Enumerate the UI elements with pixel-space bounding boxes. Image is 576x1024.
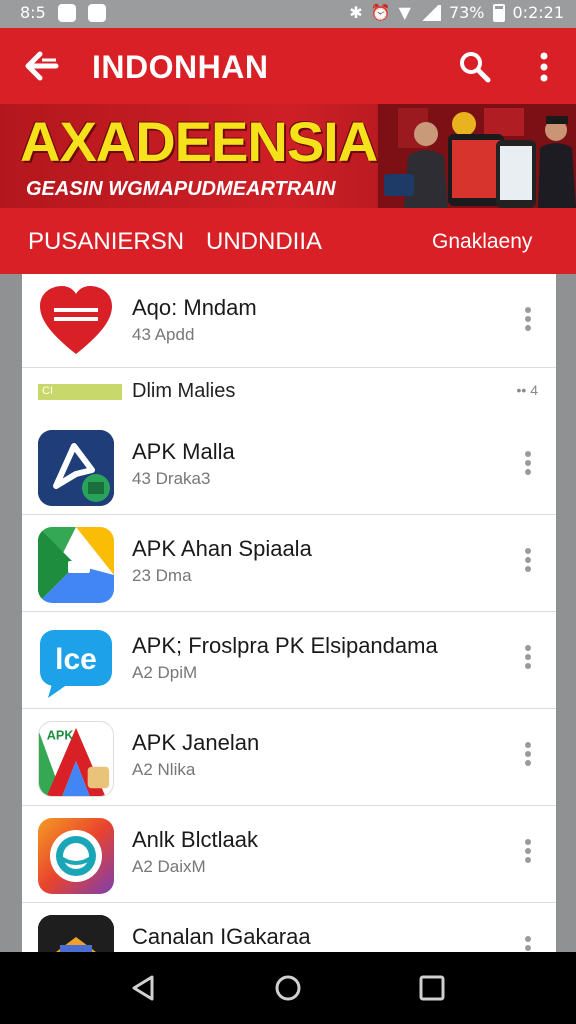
battery-icon <box>492 4 505 22</box>
nav-home-icon[interactable] <box>274 974 302 1002</box>
section-title: Dlim Malies <box>132 380 236 402</box>
page-title: INDONHAN <box>92 49 269 85</box>
svg-text:lce: lce <box>55 643 97 676</box>
back-arrow-icon[interactable] <box>22 46 60 95</box>
section-count: •• 4 <box>516 382 539 398</box>
svg-text:APK: APK <box>47 729 75 743</box>
app-meta: 43 Apdd <box>132 325 195 344</box>
more-vert-icon[interactable] <box>532 50 556 84</box>
list-item[interactable]: Anlk Blctlaak A2 DaixM <box>22 806 556 903</box>
banner-headline: AXADEENSIA <box>20 110 378 173</box>
status-time-left: 8:5 <box>20 3 46 22</box>
battery-percent: 73% <box>448 3 485 22</box>
alarm-icon: ⏰ <box>370 3 391 22</box>
app-name: APK Ahan Spiaala <box>132 536 312 561</box>
list-item[interactable]: Aqo: Mndam 43 Apdd <box>22 274 556 368</box>
signal-icon <box>418 5 441 21</box>
app-meta: A2 Nlika <box>132 760 196 779</box>
apk-ahan-icon <box>38 527 114 603</box>
item-menu-icon[interactable] <box>520 304 536 338</box>
tab-pusaniersn[interactable]: PUSANIERSN <box>28 228 184 256</box>
wifi-icon: ▼ <box>398 3 411 22</box>
list-item[interactable]: lce APK; Froslpra PK Elsipandama A2 DpiM <box>22 612 556 709</box>
section-chip: CI <box>38 384 122 400</box>
list-item[interactable]: APK Ahan Spiaala 23 Dma <box>22 515 556 612</box>
section-header: CI Dlim Malies •• 4 <box>22 368 556 418</box>
bluetooth-icon: ✱ <box>349 3 363 22</box>
nav-recents-icon[interactable] <box>418 974 446 1002</box>
app-meta: A2 DaixM <box>132 857 206 876</box>
app-meta: 43 Draka3 <box>132 469 211 488</box>
apk-janelan-icon: APK <box>38 721 114 797</box>
banner-illustration <box>378 104 576 208</box>
tab-gnaklaeny[interactable]: Gnaklaeny <box>432 228 532 256</box>
item-menu-icon[interactable] <box>520 545 536 579</box>
list-item[interactable]: APK APK Janelan A2 Nlika <box>22 709 556 806</box>
item-menu-icon[interactable] <box>520 642 536 676</box>
item-menu-icon[interactable] <box>520 448 536 482</box>
system-nav-bar <box>0 952 576 1024</box>
app-bar: INDONHAN <box>0 28 576 106</box>
list-item[interactable]: Canalan IGakaraa <box>22 903 556 952</box>
app-name: APK Janelan <box>132 730 260 755</box>
status-bar: 8:5 ✱ ⏰ ▼ 73% 0:2:21 <box>0 0 576 28</box>
banner-subline: GEASIN WGMAPUDMEARTRAIN <box>26 178 336 200</box>
app-meta: 23 Dma <box>132 566 192 585</box>
item-menu-icon[interactable] <box>520 739 536 773</box>
lce-chat-icon: lce <box>38 624 114 700</box>
tab-undndiia[interactable]: UNDNDIIA <box>206 228 322 256</box>
notification-icon <box>57 4 76 22</box>
app-name: Canalan IGakaraa <box>132 924 311 949</box>
search-icon[interactable] <box>458 50 492 84</box>
apk-malla-icon <box>38 430 114 506</box>
item-menu-icon[interactable] <box>520 836 536 870</box>
promo-banner[interactable]: AXADEENSIA GEASIN WGMAPUDMEARTRAIN <box>0 104 576 208</box>
anlk-blctlaak-icon <box>38 818 114 894</box>
list-item[interactable]: APK Malla 43 Draka3 <box>22 418 556 515</box>
tab-row: PUSANIERSN UNDNDIIA Gnaklaeny <box>0 208 576 274</box>
nav-back-icon[interactable] <box>130 974 158 1002</box>
item-menu-icon[interactable] <box>520 933 536 952</box>
app-name: Anlk Blctlaak <box>132 827 258 852</box>
app-list: Aqo: Mndam 43 Apdd CI Dlim Malies •• 4 A… <box>22 274 556 952</box>
app-name: APK; Froslpra PK Elsipandama <box>132 633 438 658</box>
app-name: APK Malla <box>132 439 235 464</box>
app-meta: A2 DpiM <box>132 663 198 682</box>
heart-app-icon <box>38 284 114 360</box>
notification-icon <box>87 4 106 22</box>
canalan-icon <box>38 915 114 952</box>
status-clock: 0:2:21 <box>512 3 565 22</box>
app-name: Aqo: Mndam <box>132 295 257 320</box>
